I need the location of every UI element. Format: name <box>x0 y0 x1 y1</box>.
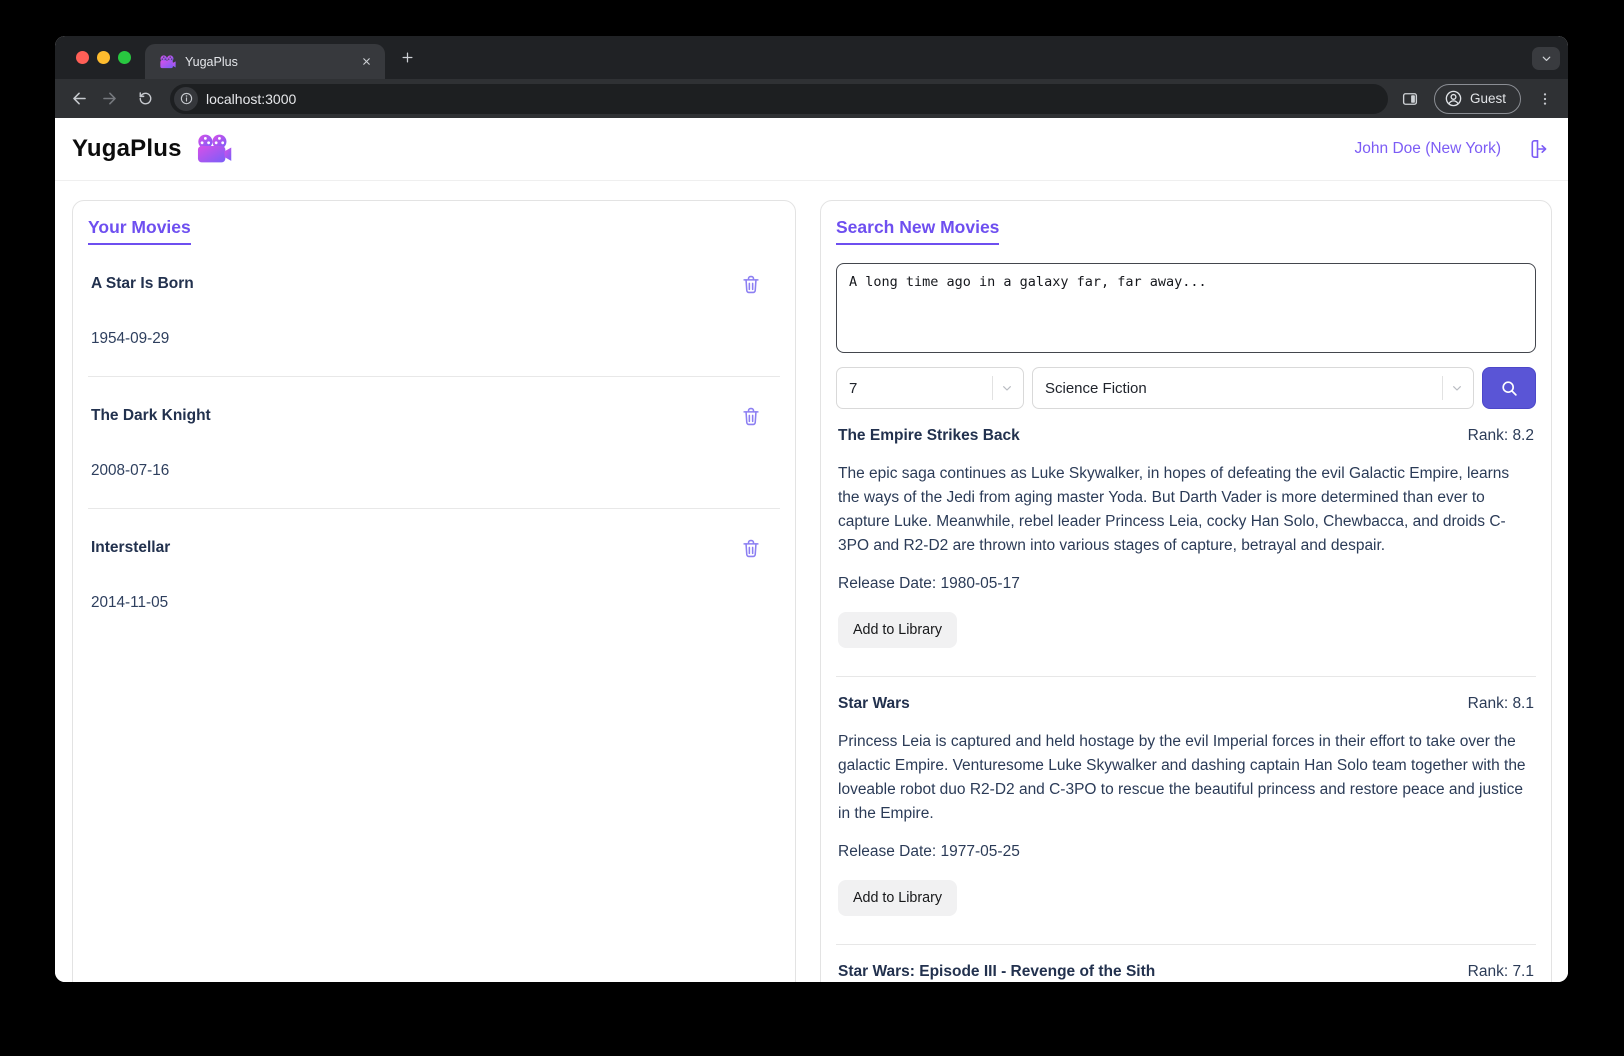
add-to-library-button[interactable]: Add to Library <box>838 612 958 648</box>
new-tab-button[interactable] <box>393 44 421 72</box>
browser-window: YugaPlus localhost:3000 Guest YugaPlus J… <box>55 36 1568 982</box>
result-description: Princess Leia is captured and held hosta… <box>838 733 1526 822</box>
search-query-input[interactable]: A long time ago in a galaxy far, far awa… <box>836 263 1536 353</box>
select-divider <box>1442 376 1443 400</box>
trash-icon <box>743 275 759 294</box>
movie-title: Interstellar <box>91 539 171 556</box>
result-release-date: Release Date: 1980-05-17 <box>838 575 1020 592</box>
result-description: The epic saga continues as Luke Skywalke… <box>838 465 1510 554</box>
search-icon <box>1501 380 1517 396</box>
library-movie-row: A Star Is Born 1954-09-29 <box>88 245 780 377</box>
side-panel-icon[interactable] <box>1398 87 1422 111</box>
tab-search-chevron-button[interactable] <box>1532 47 1560 70</box>
logout-icon <box>1531 140 1547 158</box>
main-content: Your Movies A Star Is Born 1954-09-29 Th… <box>55 181 1568 982</box>
search-result-row: The Empire Strikes Back Rank: 8.2 The ep… <box>836 409 1536 677</box>
app-header: YugaPlus John Doe (New York) <box>55 118 1568 181</box>
result-limit-value: 7 <box>849 379 858 397</box>
result-title: Star Wars: Episode III - Revenge of the … <box>838 963 1156 980</box>
result-rank: Rank: 8.1 <box>1467 695 1534 712</box>
search-button[interactable] <box>1482 367 1536 409</box>
movie-release-date: 2008-07-16 <box>91 462 170 479</box>
url-text: localhost:3000 <box>206 90 297 107</box>
your-movies-panel: Your Movies A Star Is Born 1954-09-29 Th… <box>72 200 796 982</box>
person-circle-icon <box>1445 90 1462 107</box>
chevron-down-icon <box>1003 386 1011 391</box>
result-title: The Empire Strikes Back <box>838 427 1020 444</box>
tab-title: YugaPlus <box>185 54 238 69</box>
app-title: YugaPlus <box>72 135 182 162</box>
delete-movie-button[interactable] <box>740 405 762 430</box>
browser-toolbar: localhost:3000 Guest <box>55 79 1568 118</box>
close-window-button[interactable] <box>76 51 89 64</box>
delete-movie-button[interactable] <box>740 273 762 298</box>
search-controls: 7 Science Fiction <box>836 367 1536 409</box>
browser-tab-strip: YugaPlus <box>55 36 1568 79</box>
browser-menu-icon[interactable] <box>1533 87 1557 111</box>
movie-release-date: 1954-09-29 <box>91 330 170 347</box>
search-result-row: Star Wars: Episode III - Revenge of the … <box>836 945 1536 982</box>
window-controls <box>55 51 145 64</box>
user-profile-link[interactable]: John Doe (New York) <box>1355 140 1501 158</box>
search-movies-panel: Search New Movies A long time ago in a g… <box>820 200 1552 982</box>
tab-favicon-movie-camera-icon <box>159 54 176 69</box>
profile-label: Guest <box>1470 91 1507 106</box>
chevron-down-icon <box>1453 386 1461 391</box>
profile-chip[interactable]: Guest <box>1434 83 1522 114</box>
library-movie-row: The Dark Knight 2008-07-16 <box>88 377 780 509</box>
browser-tab[interactable]: YugaPlus <box>145 44 385 79</box>
genre-value: Science Fiction <box>1045 379 1147 397</box>
toolbar-right-cluster: Guest <box>1398 83 1557 114</box>
yugaplus-app: YugaPlus John Doe (New York) Your Movies <box>55 118 1568 982</box>
result-limit-select[interactable]: 7 <box>836 367 1024 409</box>
delete-movie-button[interactable] <box>740 537 762 562</box>
add-to-library-button[interactable]: Add to Library <box>838 880 958 916</box>
minimize-window-button[interactable] <box>97 51 110 64</box>
trash-icon <box>743 407 759 426</box>
tab-close-icon[interactable] <box>357 53 375 71</box>
movie-camera-icon <box>195 134 232 164</box>
address-bar[interactable]: localhost:3000 <box>170 83 1388 114</box>
result-rank: Rank: 8.2 <box>1467 427 1534 444</box>
result-rank: Rank: 7.1 <box>1467 963 1534 980</box>
search-results: The Empire Strikes Back Rank: 8.2 The ep… <box>836 409 1536 982</box>
library-movie-row: Interstellar 2014-11-05 <box>88 509 780 640</box>
user-area: John Doe (New York) <box>1355 137 1551 161</box>
movie-title: A Star Is Born <box>91 275 194 292</box>
movie-release-date: 2014-11-05 <box>91 594 169 611</box>
brand: YugaPlus <box>72 134 232 164</box>
zoom-window-button[interactable] <box>118 51 131 64</box>
genre-select[interactable]: Science Fiction <box>1032 367 1474 409</box>
back-icon[interactable] <box>65 87 89 111</box>
logout-button[interactable] <box>1527 137 1551 161</box>
reload-icon[interactable] <box>133 87 157 111</box>
select-divider <box>992 376 993 400</box>
search-heading: Search New Movies <box>836 217 1000 245</box>
result-release-date: Release Date: 1977-05-25 <box>838 843 1020 860</box>
site-info-icon[interactable] <box>174 86 198 111</box>
result-title: Star Wars <box>838 695 910 712</box>
search-result-row: Star Wars Rank: 8.1 Princess Leia is cap… <box>836 677 1536 945</box>
trash-icon <box>743 539 759 558</box>
desktop-background: YugaPlus localhost:3000 Guest YugaPlus J… <box>0 0 1624 1056</box>
forward-icon[interactable] <box>99 87 123 111</box>
movie-title: The Dark Knight <box>91 407 211 424</box>
your-movies-heading: Your Movies <box>88 217 191 245</box>
